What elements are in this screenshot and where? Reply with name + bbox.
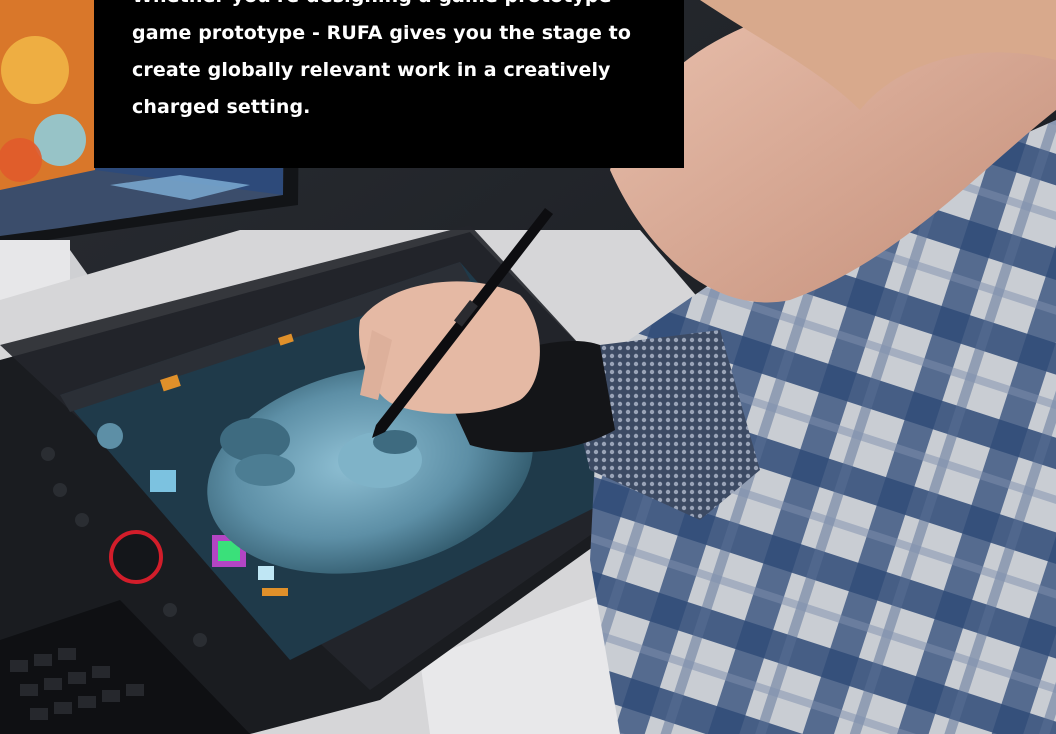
caption-line: create globally relevant work in a creat… <box>132 59 611 81</box>
caption-line: Whether you're designing a game prototyp… <box>132 0 646 15</box>
caption-line: game prototype - RUFA gives you the stag… <box>132 22 631 44</box>
caption-panel: Whether you're designing a game prototyp… <box>94 0 684 168</box>
caption-line: charged setting. <box>132 96 311 118</box>
dial-icon <box>109 530 163 584</box>
